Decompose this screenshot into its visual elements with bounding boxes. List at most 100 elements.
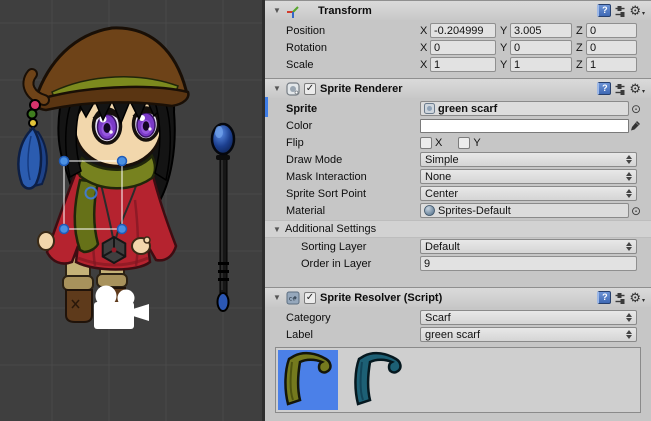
z-axis-label: Z: [576, 42, 586, 54]
gear-caret-icon: ▾: [642, 88, 645, 95]
foldout-icon[interactable]: ▼: [273, 225, 285, 234]
position-row: Position X -0.204999 Y 3.005 Z 0: [265, 22, 651, 39]
category-value: Scarf: [425, 312, 451, 324]
y-axis-label: Y: [500, 42, 510, 54]
dropdown-arrows-icon: [626, 172, 632, 181]
x-axis-label: X: [420, 59, 430, 71]
mask-interaction-row: Mask Interaction None: [265, 168, 651, 185]
rotation-y-field[interactable]: 0: [510, 40, 572, 55]
prefab-override-bar: [265, 97, 268, 117]
scale-row: Scale X 1 Y 1 Z 1: [265, 56, 651, 73]
object-picker-icon[interactable]: ⊙: [629, 102, 643, 116]
character-sprite[interactable]: [18, 28, 188, 322]
rotation-z-field[interactable]: 0: [586, 40, 637, 55]
sorting-layer-dropdown[interactable]: Default: [420, 239, 637, 254]
category-row: Category Scarf: [265, 309, 651, 326]
inspector-panel: ▼ Transform ? ⚙ ▾ Position X -0.20: [265, 0, 651, 421]
sprite-row: Sprite green scarf ⊙: [265, 100, 651, 117]
transform-header[interactable]: ▼ Transform ? ⚙ ▾: [265, 0, 651, 20]
dropdown-arrows-icon: [626, 155, 632, 164]
flip-row: Flip X Y: [265, 134, 651, 151]
order-in-layer-row: Order in Layer 9: [265, 255, 651, 272]
help-icon[interactable]: ?: [597, 291, 611, 304]
component-enabled-checkbox[interactable]: ✓: [304, 292, 316, 304]
draw-mode-dropdown[interactable]: Simple: [420, 152, 637, 167]
presets-icon[interactable]: [614, 292, 626, 304]
camera-gizmo-icon[interactable]: [94, 286, 149, 330]
gear-caret-icon: ▾: [642, 297, 645, 304]
foldout-icon[interactable]: ▼: [273, 84, 285, 93]
flip-y-checkbox[interactable]: [458, 137, 470, 149]
hat-beads: [28, 100, 41, 127]
x-axis-label: X: [420, 42, 430, 54]
scene-view[interactable]: [0, 0, 262, 421]
sprite-sort-point-dropdown[interactable]: Center: [420, 186, 637, 201]
label-dropdown[interactable]: green scarf: [420, 327, 637, 342]
gear-icon[interactable]: ⚙: [629, 82, 641, 95]
sorting-layer-label: Sorting Layer: [286, 241, 420, 253]
scale-x-field[interactable]: 1: [430, 57, 496, 72]
position-x-field[interactable]: -0.204999: [430, 23, 496, 38]
sprite-resolver-header[interactable]: ▼ c# ✓ Sprite Resolver (Script) ? ⚙ ▾: [265, 287, 651, 307]
position-z-field[interactable]: 0: [586, 23, 637, 38]
teal-scarf-thumbnail[interactable]: [348, 350, 408, 410]
sprite-renderer-rows: Sprite green scarf ⊙ Color Flip X: [265, 98, 651, 277]
category-label: Category: [286, 312, 420, 324]
sprite-thumbnail-icon: [424, 103, 435, 114]
sprite-value: green scarf: [438, 103, 497, 115]
transform-rows: Position X -0.204999 Y 3.005 Z 0 Rotatio…: [265, 20, 651, 78]
flip-x-checkbox[interactable]: [420, 137, 432, 149]
gear-icon[interactable]: ⚙: [629, 4, 641, 17]
additional-settings-foldout[interactable]: ▼ Additional Settings: [265, 220, 651, 238]
presets-icon[interactable]: [614, 5, 626, 17]
sorting-layer-value: Default: [425, 241, 460, 253]
material-object-field[interactable]: Sprites-Default: [420, 203, 629, 218]
sprite-sort-point-value: Center: [425, 188, 458, 200]
green-scarf-thumbnail[interactable]: [278, 350, 338, 410]
transform-icon: [285, 3, 300, 18]
transform-title: Transform: [318, 5, 372, 17]
help-icon[interactable]: ?: [597, 4, 611, 17]
flip-y-label: Y: [473, 137, 480, 149]
scale-z-field[interactable]: 1: [586, 57, 637, 72]
svg-text:c#: c#: [288, 295, 296, 302]
label-row: Label green scarf: [265, 326, 651, 343]
dropdown-arrows-icon: [626, 189, 632, 198]
y-axis-label: Y: [500, 25, 510, 37]
sprite-sort-point-row: Sprite Sort Point Center: [265, 185, 651, 202]
gear-icon[interactable]: ⚙: [629, 291, 641, 304]
help-icon[interactable]: ?: [597, 82, 611, 95]
x-axis-label: X: [420, 25, 430, 37]
rotation-row: Rotation X 0 Y 0 Z 0: [265, 39, 651, 56]
sprite-object-field[interactable]: green scarf: [420, 101, 629, 116]
material-row: Material Sprites-Default ⊙: [265, 202, 651, 219]
material-sphere-icon: [424, 205, 435, 216]
object-picker-icon[interactable]: ⊙: [629, 204, 643, 218]
left-eye: [94, 109, 121, 143]
component-enabled-checkbox[interactable]: ✓: [304, 83, 316, 95]
foldout-icon[interactable]: ▼: [273, 6, 285, 15]
sprite-renderer-header[interactable]: ▼ ✓ Sprite Renderer ? ⚙ ▾: [265, 78, 651, 98]
material-value: Sprites-Default: [438, 205, 511, 217]
label-label: Label: [286, 329, 420, 341]
eyedropper-icon[interactable]: [629, 120, 643, 132]
sprite-label: Sprite: [286, 103, 420, 115]
category-dropdown[interactable]: Scarf: [420, 310, 637, 325]
y-axis-label: Y: [500, 59, 510, 71]
position-y-field[interactable]: 3.005: [510, 23, 572, 38]
z-axis-label: Z: [576, 25, 586, 37]
dropdown-arrows-icon: [626, 330, 632, 339]
foldout-icon[interactable]: ▼: [273, 293, 285, 302]
presets-icon[interactable]: [614, 83, 626, 95]
sprite-variant-gallery: [275, 347, 641, 413]
color-swatch[interactable]: [420, 119, 629, 133]
sprite-resolver-title: Sprite Resolver (Script): [320, 292, 442, 304]
staff-sprite[interactable]: [212, 124, 234, 311]
pendant: [103, 237, 126, 263]
rotation-x-field[interactable]: 0: [430, 40, 496, 55]
draw-mode-label: Draw Mode: [286, 154, 420, 166]
order-in-layer-field[interactable]: 9: [420, 256, 637, 271]
scale-y-field[interactable]: 1: [510, 57, 572, 72]
mask-interaction-dropdown[interactable]: None: [420, 169, 637, 184]
draw-mode-value: Simple: [425, 154, 459, 166]
